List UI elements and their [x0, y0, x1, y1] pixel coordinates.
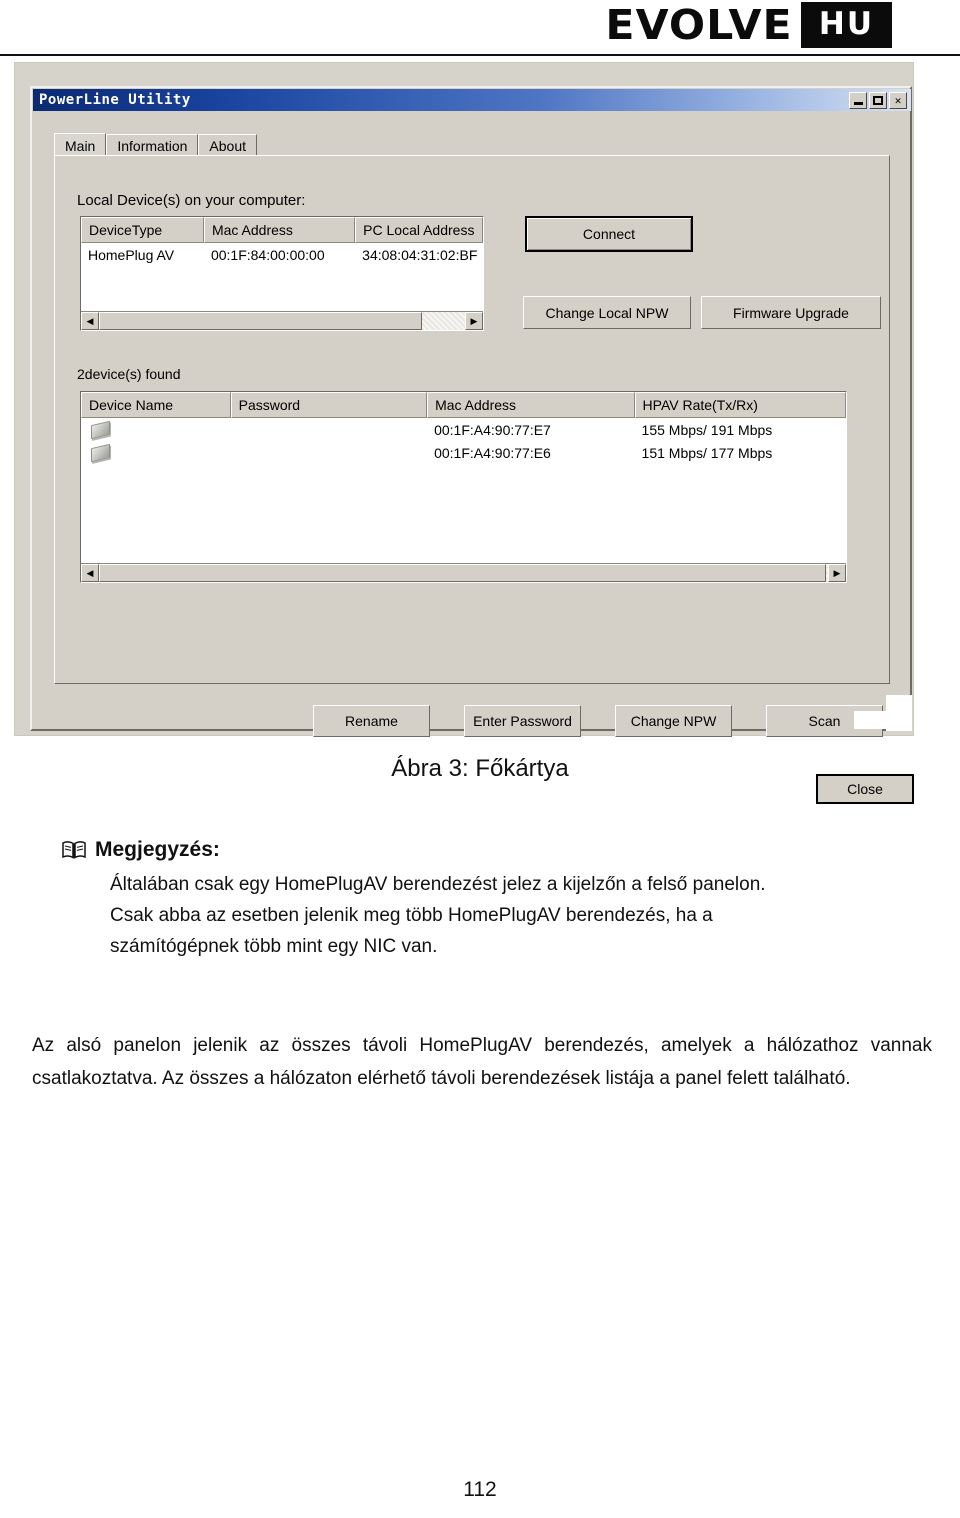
powerline-utility-window: PowerLine Utility ✕ Main Information Abo… — [30, 86, 914, 804]
header-divider — [0, 54, 960, 56]
firmware-upgrade-label: Firmware Upgrade — [733, 304, 849, 321]
tab-information[interactable]: Information — [106, 134, 199, 156]
remote-devices-list[interactable]: Device Name Password Mac Address HPAV Ra… — [80, 391, 847, 583]
column-header-mac-address[interactable]: Mac Address — [203, 217, 356, 243]
note-title-text: Megjegyzés: — [95, 838, 220, 861]
cell-device-name — [81, 418, 231, 441]
scroll-left-arrow-icon[interactable]: ◀ — [81, 312, 99, 330]
table-row[interactable]: 00:1F:A4:90:77:E6 151 Mbps/ 177 Mbps — [81, 441, 846, 464]
column-header-device-name[interactable]: Device Name — [81, 392, 231, 418]
change-local-npw-label: Change Local NPW — [545, 304, 669, 321]
connect-button[interactable]: Connect — [525, 216, 693, 252]
remote-devices-header-row: Device Name Password Mac Address HPAV Ra… — [81, 392, 846, 418]
scroll-left-arrow-icon[interactable]: ◀ — [81, 564, 99, 582]
cell-hpav-rate: 155 Mbps/ 191 Mbps — [641, 421, 773, 438]
local-devices-list[interactable]: DeviceType Mac Address PC Local Address … — [80, 216, 484, 331]
enter-password-label: Enter Password — [473, 713, 572, 729]
tab-about[interactable]: About — [198, 134, 257, 156]
table-row[interactable]: 00:1F:A4:90:77:E7 155 Mbps/ 191 Mbps — [81, 418, 846, 441]
change-local-npw-button[interactable]: Change Local NPW — [523, 296, 691, 329]
cell-remote-mac-address: 00:1F:A4:90:77:E6 — [434, 444, 551, 461]
rename-button-label: Rename — [345, 713, 398, 729]
cell-mac-address: 00:1F:84:00:00:00 — [210, 246, 325, 263]
table-row[interactable]: HomePlug AV 00:1F:84:00:00:00 34:08:04:3… — [81, 243, 483, 266]
scroll-right-arrow-icon[interactable]: ▶ — [828, 564, 846, 582]
firmware-upgrade-button[interactable]: Firmware Upgrade — [701, 296, 881, 329]
devices-found-status: 2device(s) found — [77, 366, 181, 382]
close-icon: ✕ — [894, 94, 902, 107]
column-header-hpav-rate[interactable]: HPAV Rate(Tx/Rx) — [634, 392, 846, 418]
device-icon — [91, 420, 110, 439]
minimize-icon — [854, 102, 863, 105]
scroll-right-arrow-icon[interactable]: ▶ — [465, 312, 483, 330]
evolve-logo: EVOLVE HU — [605, 2, 892, 48]
column-header-remote-mac-address[interactable]: Mac Address — [427, 392, 635, 418]
local-devices-header-row: DeviceType Mac Address PC Local Address — [81, 217, 483, 243]
figure-caption: Ábra 3: Főkártya — [391, 755, 569, 782]
cell-pc-local-address: 34:08:04:31:02:BF — [362, 246, 478, 263]
tab-information-label: Information — [117, 137, 188, 154]
tab-about-label: About — [209, 137, 246, 154]
brand-wordmark: EVOLVE — [605, 1, 793, 49]
rename-button[interactable]: Rename — [313, 705, 430, 737]
scroll-thumb[interactable] — [99, 312, 422, 330]
connect-button-label: Connect — [582, 226, 636, 242]
page-header: EVOLVE HU — [0, 0, 960, 56]
change-npw-label: Change NPW — [630, 713, 717, 729]
change-npw-button[interactable]: Change NPW — [615, 705, 732, 737]
window-titlebar: PowerLine Utility ✕ — [33, 89, 911, 111]
scroll-thumb[interactable] — [99, 564, 826, 582]
cell-password — [231, 441, 427, 464]
cell-hpav-rate: 151 Mbps/ 177 Mbps — [641, 444, 773, 461]
note-block: Megjegyzés: Általában csak egy HomePlugA… — [62, 838, 942, 962]
page-number: 112 — [463, 1478, 497, 1501]
cell-device-type: HomePlug AV — [88, 246, 175, 263]
note-body: Általában csak egy HomePlugAV berendezés… — [110, 870, 942, 962]
scroll-track[interactable] — [99, 312, 465, 330]
remote-list-horizontal-scrollbar[interactable]: ◀ ▶ — [81, 563, 846, 582]
locale-badge: HU — [800, 2, 892, 48]
local-devices-label: Local Device(s) on your computer: — [77, 192, 306, 209]
note-line: Csak abba az esetben jelenik meg több Ho… — [110, 904, 713, 926]
note-line: számítógépnek több mint egy NIC van. — [110, 935, 438, 957]
book-icon — [62, 841, 86, 859]
scroll-track[interactable] — [99, 564, 828, 582]
note-title-row: Megjegyzés: — [62, 838, 942, 862]
window-title: PowerLine Utility — [39, 92, 191, 108]
tab-main-label: Main — [65, 138, 96, 154]
device-icon — [91, 443, 110, 462]
cell-remote-mac-address: 00:1F:A4:90:77:E7 — [434, 421, 551, 438]
note-line: Általában csak egy HomePlugAV berendezés… — [110, 874, 766, 895]
window-corner-notch-2 — [854, 711, 910, 729]
maximize-icon — [873, 96, 883, 105]
column-header-pc-local-address[interactable]: PC Local Address — [355, 217, 483, 243]
tabstrip: Main Information About — [54, 133, 257, 158]
column-header-password[interactable]: Password — [230, 392, 428, 418]
window-controls: ✕ — [849, 92, 907, 109]
local-list-horizontal-scrollbar[interactable]: ◀ ▶ — [81, 311, 483, 330]
body-paragraph: Az alsó panelon jelenik az összes távoli… — [32, 1035, 932, 1089]
cell-password — [231, 418, 427, 441]
column-header-device-type[interactable]: DeviceType — [81, 217, 204, 243]
enter-password-button[interactable]: Enter Password — [464, 705, 581, 737]
cell-device-name — [81, 441, 231, 464]
scan-button-label: Scan — [808, 713, 841, 729]
close-window-button[interactable]: ✕ — [889, 92, 907, 109]
close-button-label: Close — [847, 781, 883, 797]
maximize-button[interactable] — [869, 92, 887, 109]
minimize-button[interactable] — [849, 92, 867, 109]
